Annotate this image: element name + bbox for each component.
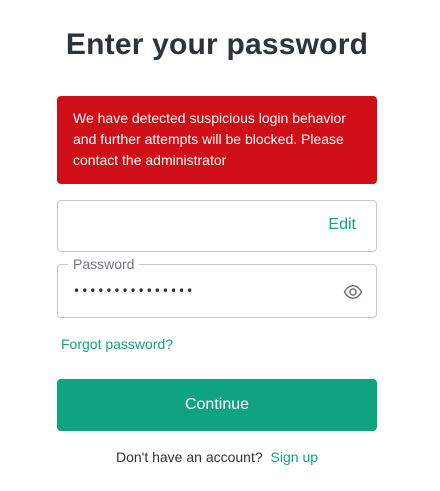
continue-button[interactable]: Continue	[57, 379, 377, 431]
forgot-password-link[interactable]: Forgot password?	[61, 336, 173, 352]
error-alert: We have detected suspicious login behavi…	[57, 96, 377, 184]
password-input[interactable]	[73, 278, 333, 304]
password-label: Password	[68, 255, 140, 273]
eye-icon[interactable]	[343, 282, 363, 302]
page-title: Enter your password	[65, 28, 369, 61]
signup-link[interactable]: Sign up	[271, 449, 318, 465]
error-alert-message: We have detected suspicious login behavi…	[73, 110, 346, 168]
email-field[interactable]: Edit	[57, 200, 377, 252]
edit-email-link[interactable]: Edit	[328, 216, 356, 234]
password-field[interactable]: Password	[57, 255, 377, 318]
signup-row: Don't have an account? Sign up	[0, 449, 434, 465]
signup-prompt: Don't have an account?	[115, 449, 263, 465]
